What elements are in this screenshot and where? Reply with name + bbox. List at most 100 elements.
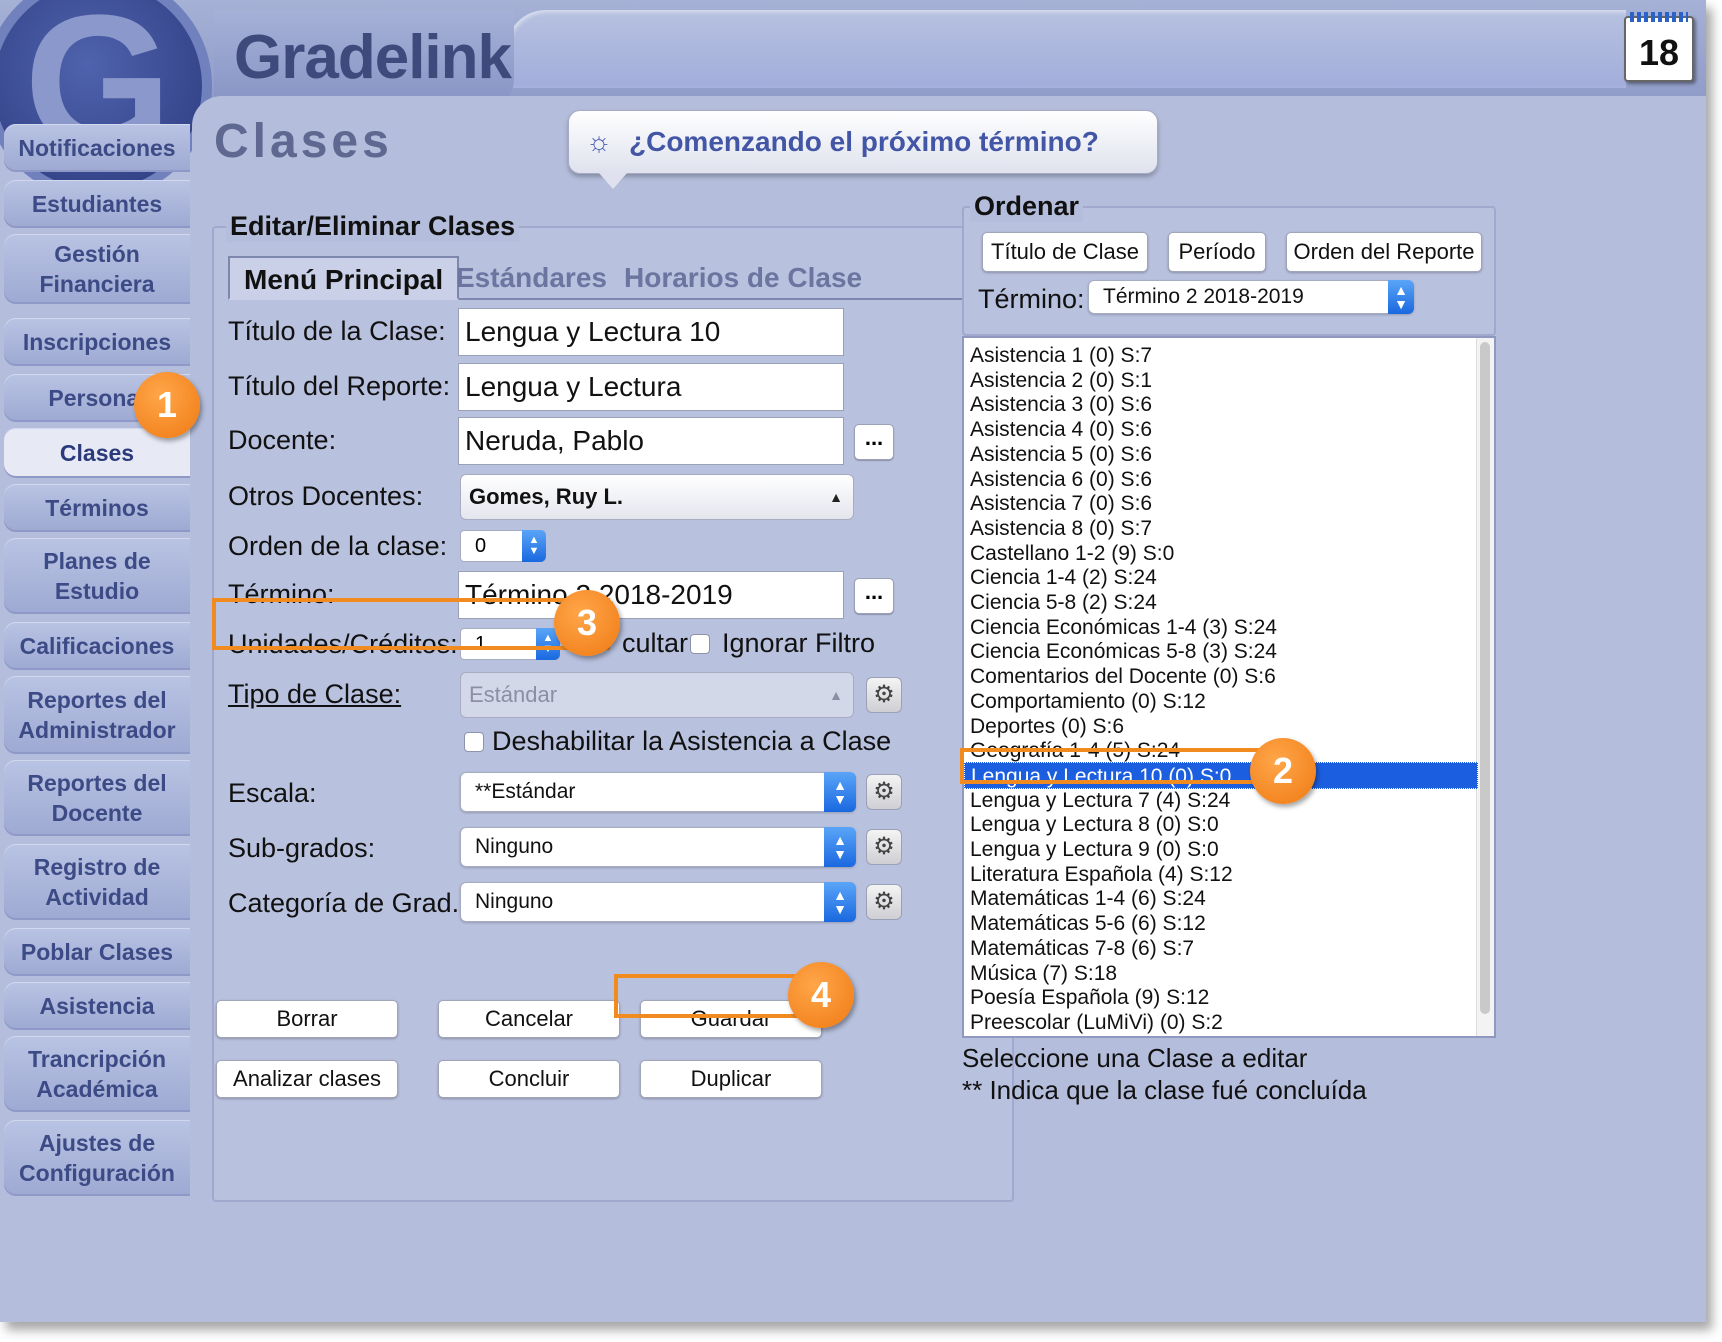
class-list-item[interactable]: Asistencia 4 (0) S:6 bbox=[964, 416, 1478, 443]
scale-gear-icon[interactable]: ⚙ bbox=[866, 774, 902, 810]
scale-value: **Estándar bbox=[475, 780, 576, 803]
cancel-button[interactable]: Cancelar bbox=[438, 1000, 620, 1038]
grad-category-gear-icon[interactable]: ⚙ bbox=[866, 884, 902, 920]
sidebar-item-9[interactable]: Calificaciones bbox=[4, 622, 190, 670]
class-list-item[interactable]: Asistencia 7 (0) S:6 bbox=[964, 490, 1478, 517]
ignore-filter-checkbox[interactable] bbox=[690, 634, 710, 654]
class-list[interactable]: Asistencia 1 (0) S:7 Asistencia 2 (0) S:1… bbox=[962, 336, 1496, 1038]
main-area: Clases ☼ ¿Comenzando el próximo término?… bbox=[192, 96, 1706, 1322]
save-highlight-box bbox=[614, 974, 810, 1018]
units-highlight-box bbox=[212, 598, 610, 650]
disable-attendance-checkbox[interactable] bbox=[464, 732, 484, 752]
class-list-item[interactable]: Química 5-8 (0) S:24 bbox=[964, 1034, 1478, 1037]
next-term-tip-button[interactable]: ☼ ¿Comenzando el próximo término? bbox=[568, 110, 1158, 189]
class-list-scroll-thumb[interactable] bbox=[1480, 342, 1490, 1014]
tab-main-menu[interactable]: Menú Principal bbox=[228, 256, 460, 300]
class-list-item[interactable]: Lengua y Lectura 8 (0) S:0 bbox=[964, 811, 1478, 838]
term-picker-button[interactable]: ... bbox=[854, 578, 894, 614]
sort-by-report-order-button[interactable]: Orden del Reporte bbox=[1286, 232, 1482, 272]
sidebar-item-15[interactable]: Trancripción Académica bbox=[4, 1036, 190, 1112]
sort-term-select[interactable]: Término 2 2018-2019 ▲ ▼ bbox=[1088, 280, 1414, 314]
edit-tabs: Menú Principal Estándares Horarios de Cl… bbox=[228, 256, 994, 300]
class-order-stepper[interactable]: 0 ▲ ▼ bbox=[460, 530, 546, 562]
subgrades-select[interactable]: Ninguno ▲ ▼ bbox=[460, 827, 856, 867]
stepper-arrows-icon[interactable]: ▲ ▼ bbox=[522, 530, 546, 562]
class-list-item[interactable]: Matemáticas 1-4 (6) S:24 bbox=[964, 885, 1478, 912]
sidebar-item-14[interactable]: Asistencia bbox=[4, 982, 190, 1030]
teacher-input[interactable]: Neruda, Pablo bbox=[458, 417, 844, 465]
class-title-label: Título de la Clase: bbox=[228, 316, 446, 346]
sidebar-item-12[interactable]: Registro de Actividad bbox=[4, 844, 190, 920]
class-list-item[interactable]: Poesía Española (9) S:12 bbox=[964, 984, 1478, 1011]
class-list-item[interactable]: Matemáticas 5-6 (6) S:12 bbox=[964, 910, 1478, 937]
sidebar-item-8[interactable]: Planes de Estudio bbox=[4, 538, 190, 614]
class-list-item[interactable]: Preescolar (LuMiVi) (0) S:2 bbox=[964, 1009, 1478, 1036]
class-list-item[interactable]: Asistencia 6 (0) S:6 bbox=[964, 466, 1478, 493]
subgrades-label: Sub-grados: bbox=[228, 833, 376, 863]
tab-class-schedules[interactable]: Horarios de Clase bbox=[610, 256, 876, 300]
class-list-item[interactable]: Ciencia 1-4 (2) S:24 bbox=[964, 564, 1478, 591]
calendar-day: 18 bbox=[1638, 32, 1680, 73]
class-list-item[interactable]: Comentarios del Docente (0) S:6 bbox=[964, 663, 1478, 690]
class-list-item[interactable]: Asistencia 1 (0) S:7 bbox=[964, 342, 1478, 369]
tip-tail bbox=[599, 173, 627, 189]
select-arrows-icon: ▲ ▼ bbox=[824, 882, 856, 922]
class-list-item[interactable]: Ciencia Económicas 1-4 (3) S:24 bbox=[964, 614, 1478, 641]
edit-class-panel: Menú Principal Estándares Horarios de Cl… bbox=[212, 226, 1014, 1202]
brand-name: Gradelink bbox=[234, 23, 512, 92]
duplicate-button[interactable]: Duplicar bbox=[640, 1060, 822, 1098]
sidebar-item-11[interactable]: Reportes del Docente bbox=[4, 760, 190, 836]
class-list-item[interactable]: Asistencia 3 (0) S:6 bbox=[964, 391, 1478, 418]
teacher-picker-button[interactable]: ... bbox=[854, 424, 894, 460]
class-list-item[interactable]: Deportes (0) S:6 bbox=[964, 713, 1478, 740]
sidebar-item-2[interactable]: Estudiantes bbox=[4, 180, 190, 228]
sidebar-item-1[interactable]: Notificaciones bbox=[4, 124, 190, 172]
sort-by-period-button[interactable]: Período bbox=[1168, 232, 1266, 272]
updown-arrows-icon: ▲ bbox=[829, 489, 843, 505]
class-list-item[interactable]: Ciencia 5-8 (2) S:24 bbox=[964, 589, 1478, 616]
class-list-item[interactable]: Asistencia 5 (0) S:6 bbox=[964, 441, 1478, 468]
delete-button[interactable]: Borrar bbox=[216, 1000, 398, 1038]
class-list-item[interactable]: Comportamiento (0) S:12 bbox=[964, 688, 1478, 715]
sort-by-title-button[interactable]: Título de Clase bbox=[982, 232, 1148, 272]
edit-panel-title: Editar/Eliminar Clases bbox=[226, 210, 520, 242]
disable-attendance-label: Deshabilitar la Asistencia a Clase bbox=[492, 726, 892, 756]
select-class-hint: Seleccione una Clase a editar bbox=[962, 1043, 1308, 1073]
select-arrows-icon: ▲ ▼ bbox=[824, 827, 856, 867]
grad-category-select[interactable]: Ninguno ▲ ▼ bbox=[460, 882, 856, 922]
class-list-item[interactable]: Música (7) S:18 bbox=[964, 960, 1478, 987]
scale-label: Escala: bbox=[228, 778, 317, 808]
select-arrows-icon: ▲ ▼ bbox=[824, 772, 856, 812]
sidebar-item-4[interactable]: Inscripciones bbox=[4, 318, 190, 366]
other-teachers-label: Otros Docentes: bbox=[228, 481, 424, 511]
class-order-label: Orden de la clase: bbox=[228, 531, 448, 561]
class-title-input[interactable]: Lengua y Lectura 10 bbox=[458, 308, 844, 356]
analyze-classes-button[interactable]: Analizar clases bbox=[216, 1060, 398, 1098]
class-list-item[interactable]: Asistencia 8 (0) S:7 bbox=[964, 515, 1478, 542]
class-list-item[interactable]: Ciencia Económicas 5-8 (3) S:24 bbox=[964, 638, 1478, 665]
subgrades-gear-icon[interactable]: ⚙ bbox=[866, 829, 902, 865]
sidebar-item-10[interactable]: Reportes del Administrador bbox=[4, 676, 190, 754]
calendar-icon[interactable]: 18 bbox=[1624, 12, 1694, 82]
conclude-button[interactable]: Concluir bbox=[438, 1060, 620, 1098]
report-title-input[interactable]: Lengua y Lectura bbox=[458, 363, 844, 411]
sidebar-item-16[interactable]: Ajustes de Configuración bbox=[4, 1120, 190, 1196]
sidebar-item-7[interactable]: Términos bbox=[4, 484, 190, 532]
class-list-scrollbar[interactable] bbox=[1476, 338, 1494, 1036]
concluded-class-hint: ** Indica que la clase fué concluída bbox=[962, 1075, 1367, 1105]
class-type-gear-icon[interactable]: ⚙ bbox=[866, 677, 902, 713]
class-type-select[interactable]: Estándar ▲ bbox=[460, 672, 854, 718]
class-list-item[interactable]: Lengua y Lectura 9 (0) S:0 bbox=[964, 836, 1478, 863]
class-list-item[interactable]: Matemáticas 7-8 (6) S:7 bbox=[964, 935, 1478, 962]
class-list-item[interactable]: Asistencia 2 (0) S:1 bbox=[964, 367, 1478, 394]
hide-checkbox-label: cultar bbox=[622, 628, 689, 658]
class-list-item[interactable]: Castellano 1-2 (9) S:0 bbox=[964, 540, 1478, 567]
sidebar-item-13[interactable]: Poblar Clases bbox=[4, 928, 190, 976]
other-teachers-select[interactable]: Gomes, Ruy L. ▲ bbox=[460, 474, 854, 520]
tab-standards[interactable]: Estándares bbox=[442, 256, 621, 300]
report-title-label: Título del Reporte: bbox=[228, 371, 451, 401]
class-list-item[interactable]: Literatura Española (4) S:12 bbox=[964, 861, 1478, 888]
class-list-item[interactable]: Lengua y Lectura 7 (4) S:24 bbox=[964, 787, 1478, 814]
sidebar-item-3[interactable]: Gestión Financiera bbox=[4, 234, 190, 304]
scale-select[interactable]: **Estándar ▲ ▼ bbox=[460, 772, 856, 812]
